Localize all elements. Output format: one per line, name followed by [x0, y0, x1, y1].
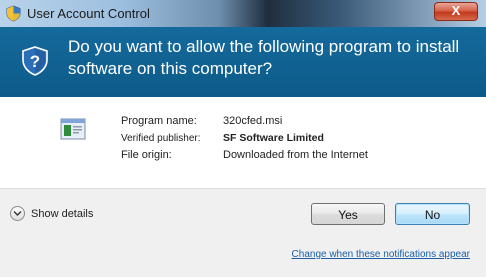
yes-button[interactable]: Yes [311, 203, 385, 225]
header-band: ? Do you want to allow the following pro… [0, 27, 486, 97]
title-bar[interactable]: User Account Control X [0, 0, 486, 27]
question-shield-icon: ? [22, 46, 48, 76]
dialog-footer: Show details Yes No Change when these no… [0, 188, 486, 277]
close-button[interactable]: X [434, 2, 478, 21]
change-notifications-link[interactable]: Change when these notifications appear [292, 249, 470, 260]
publisher-label: Verified publisher: [121, 133, 201, 144]
uac-dialog: User Account Control X ? Do you want to … [0, 0, 486, 277]
no-button[interactable]: No [395, 203, 470, 225]
svg-text:?: ? [30, 52, 40, 71]
close-icon: X [451, 3, 461, 18]
program-name-label: Program name: [121, 115, 197, 127]
show-details-label[interactable]: Show details [31, 208, 93, 220]
program-name-value: 320cfed.msi [223, 115, 283, 127]
file-origin-label: File origin: [121, 149, 172, 161]
detail-values: 320cfed.msi SF Software Limited Download… [223, 113, 368, 164]
uac-question: Do you want to allow the following progr… [68, 37, 460, 78]
installer-package-icon [60, 118, 86, 140]
publisher-value: SF Software Limited [223, 132, 324, 144]
chevron-down-icon[interactable] [10, 206, 25, 221]
show-details-toggle[interactable]: Show details [10, 206, 93, 221]
detail-labels: Program name: Verified publisher: File o… [121, 113, 201, 164]
window-title: User Account Control [27, 6, 150, 21]
file-origin-value: Downloaded from the Internet [223, 149, 368, 161]
uac-shield-icon [6, 5, 21, 22]
